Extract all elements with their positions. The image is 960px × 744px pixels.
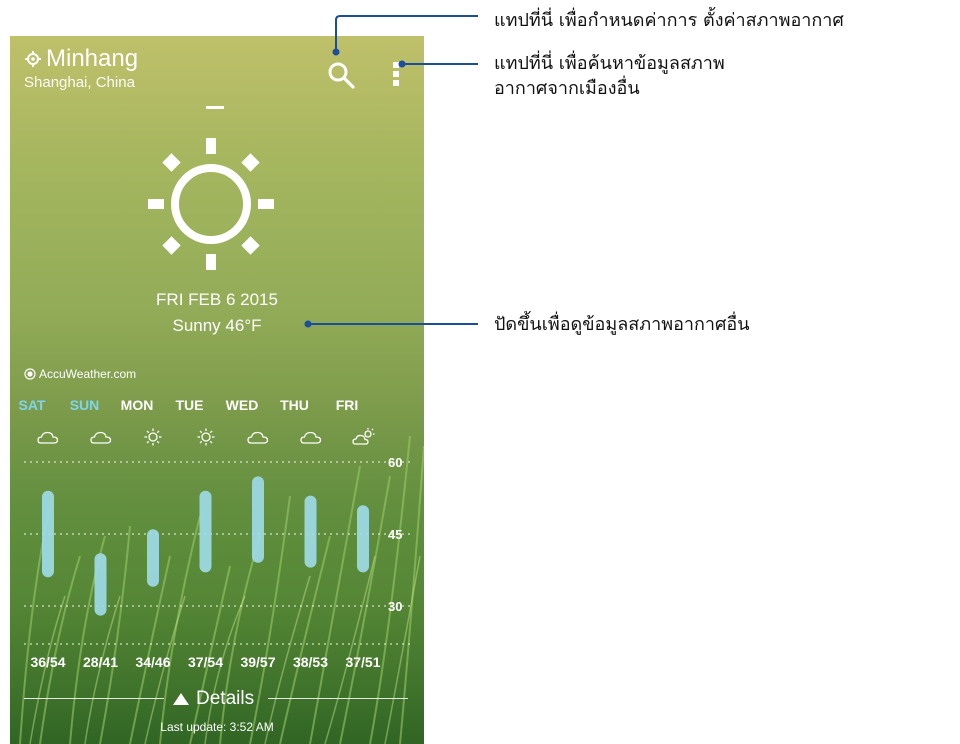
temp-range-wed: 39/57 [240, 654, 276, 670]
callout-swipe-text: ปัดขึ้นเพื่อดูข้อมูลสภาพอากาศอื่น [494, 314, 750, 335]
sun-icon [148, 138, 274, 270]
temp-range-sun: 28/41 [82, 654, 119, 670]
callout-search-text-line2: อากาศจากเมืองอื่น [494, 78, 640, 99]
temp-bar-wed [252, 476, 264, 563]
temp-bar-tue [199, 490, 212, 573]
more-vertical-icon [393, 62, 399, 86]
cloud-icon [37, 428, 59, 446]
weather-app-screen: Minhang Shanghai, China FRI FEB 6 2015 S… [10, 36, 424, 744]
temperature-chart: 60 45 30 [24, 455, 410, 645]
current-condition: Sunny 46°F [172, 316, 262, 335]
region-name: Shanghai, China [24, 74, 135, 91]
search-button[interactable] [326, 60, 356, 90]
day-label-mon: MON [120, 397, 154, 413]
day-label-tue: TUE [175, 397, 204, 413]
sun-icon [142, 428, 164, 446]
temp-range-thu: 38/53 [292, 654, 329, 670]
last-update-text: Last update: 3:52 AM [160, 720, 274, 734]
page-indicator [206, 106, 224, 109]
overflow-menu-button[interactable] [390, 60, 402, 88]
triangle-up-icon [173, 693, 189, 705]
sun-icon [195, 428, 217, 446]
cloud-icon [89, 428, 112, 446]
temp-range-sat: 36/54 [30, 654, 66, 670]
partly-cloudy-icon [352, 428, 375, 446]
location-block: Minhang Shanghai, China [24, 46, 138, 92]
temp-bar-mon [147, 529, 159, 587]
current-date: FRI FEB 6 2015 [156, 290, 278, 309]
search-icon [328, 62, 355, 89]
y-tick-label: 45 [388, 527, 402, 542]
cloud-icon [299, 428, 322, 446]
day-label-thu: THU [280, 397, 309, 413]
city-row: Minhang [24, 46, 138, 72]
y-tick-label: 60 [388, 455, 402, 470]
temp-bar-fri [357, 505, 369, 573]
details-button[interactable]: Details [172, 687, 254, 711]
day-label-fri: FRI [335, 397, 359, 413]
provider-name: AccuWeather.com [39, 367, 137, 381]
temp-range-tue: 37/54 [187, 654, 224, 670]
location-pin-icon [25, 51, 41, 67]
cloud-icon [247, 428, 269, 446]
city-name: Minhang [46, 45, 139, 72]
temp-range-mon: 34/46 [135, 654, 171, 670]
temp-bar-sat [42, 490, 54, 578]
day-label-sat: SAT [18, 397, 46, 413]
callout-search-text-line1: แทปที่นี่ เพื่อค้นหาข้อมูลสภาพ [494, 53, 725, 74]
provider-label[interactable]: AccuWeather.com [24, 367, 136, 381]
details-row: Details [24, 687, 408, 711]
day-label-wed: WED [225, 397, 259, 413]
details-divider-left [24, 698, 164, 699]
accuweather-logo-icon [24, 368, 36, 380]
y-tick-label: 30 [388, 599, 402, 614]
temp-bar-sun [94, 553, 107, 616]
details-divider-right [268, 698, 408, 699]
temp-bar-thu [304, 495, 317, 568]
callout-settings-text: แทปที่นี่ เพื่อกำหนดค่าการ ตั้งค่าสภาพอา… [494, 10, 844, 31]
temp-range-fri: 37/51 [345, 654, 381, 670]
details-label: Details [196, 688, 255, 709]
day-label-sun: SUN [69, 397, 100, 413]
